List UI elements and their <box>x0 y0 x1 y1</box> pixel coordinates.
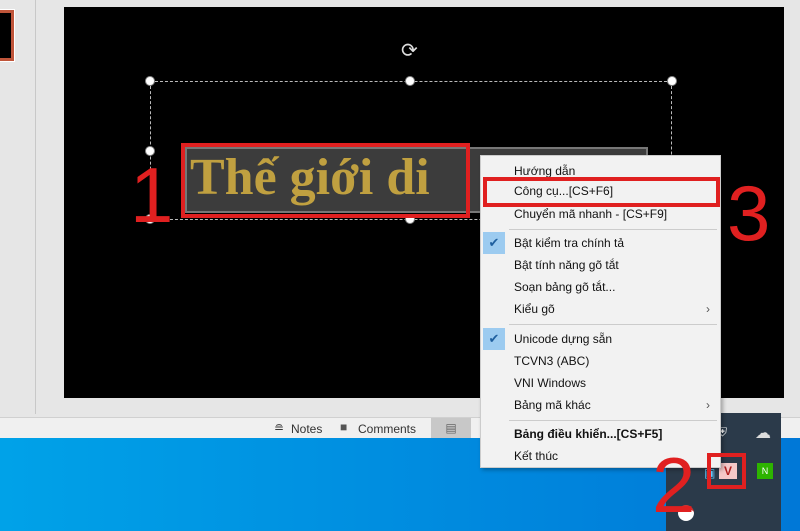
notes-icon: ≘ <box>274 421 285 435</box>
annotation-number-2: 2 <box>652 441 696 529</box>
menu-label: VNI Windows <box>514 376 587 390</box>
menu-label: Kiểu gõ <box>514 302 555 316</box>
menu-label: TCVN3 (ABC) <box>514 354 590 368</box>
slide-thumbnail[interactable] <box>0 9 15 62</box>
menu-item-bang-ma-khac[interactable]: Bảng mã khác › <box>481 394 720 416</box>
rotate-handle-icon[interactable]: ⟳ <box>401 38 418 63</box>
menu-label: Bật tính năng gõ tắt <box>514 258 619 272</box>
menu-label: Soạn bảng gõ tắt... <box>514 280 616 294</box>
resize-handle[interactable] <box>145 76 155 86</box>
onedrive-icon[interactable]: ☁ <box>755 423 771 443</box>
menu-item-tcvn3[interactable]: TCVN3 (ABC) <box>481 350 720 372</box>
menu-label: Kết thúc <box>514 449 559 463</box>
menu-item-kiem-tra-chinh-ta[interactable]: ✔ Bật kiểm tra chính tả <box>481 232 720 254</box>
resize-handle[interactable] <box>405 76 415 86</box>
menu-item-go-tat[interactable]: Bật tính năng gõ tắt <box>481 254 720 276</box>
menu-separator <box>509 324 717 325</box>
menu-label: Bảng điều khiển...[CS+F5] <box>514 427 663 441</box>
menu-label: Chuyển mã nhanh - [CS+F9] <box>514 207 668 221</box>
slide-thumbnail-panel <box>0 0 36 414</box>
annotation-number-3: 3 <box>727 169 771 257</box>
menu-item-vni[interactable]: VNI Windows <box>481 372 720 394</box>
comments-button[interactable]: Comments <box>358 422 416 436</box>
annotation-number-1: 1 <box>130 151 174 239</box>
menu-item-unicode[interactable]: ✔ Unicode dựng sẵn <box>481 328 720 350</box>
resize-handle[interactable] <box>667 76 677 86</box>
line-icon[interactable]: N <box>757 463 773 479</box>
annotation-box-2 <box>707 453 746 489</box>
menu-label: Bảng mã khác <box>514 398 591 412</box>
menu-item-soan-bang-go-tat[interactable]: Soạn bảng gõ tắt... <box>481 276 720 298</box>
check-icon: ✔ <box>483 328 505 350</box>
chevron-right-icon: › <box>706 398 710 412</box>
comment-icon: ■ <box>340 420 348 434</box>
notes-button[interactable]: Notes <box>291 422 322 436</box>
menu-item-kieu-go[interactable]: Kiểu gõ › <box>481 298 720 320</box>
chevron-right-icon: › <box>706 302 710 316</box>
annotation-box-1 <box>181 143 470 218</box>
normal-view-button[interactable]: ▤ <box>431 418 471 439</box>
annotation-box-3 <box>483 177 720 207</box>
menu-label: Unicode dựng sẵn <box>514 332 613 346</box>
check-icon: ✔ <box>483 232 505 254</box>
menu-label: Hướng dẫn <box>514 164 576 178</box>
menu-label: Bật kiểm tra chính tả <box>514 236 625 250</box>
menu-separator <box>509 229 717 230</box>
menu-separator <box>509 420 717 421</box>
